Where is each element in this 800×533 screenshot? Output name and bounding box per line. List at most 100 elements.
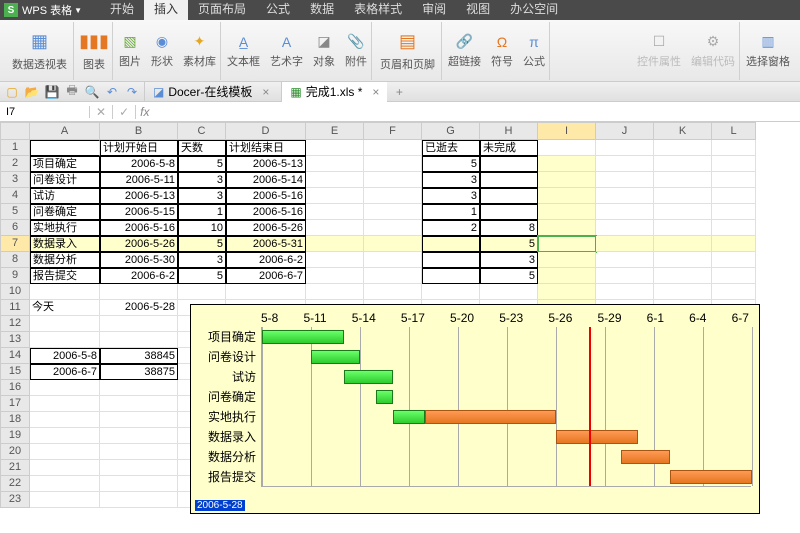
cell[interactable]	[306, 252, 364, 268]
cell[interactable]: 未完成	[480, 140, 538, 156]
cell[interactable]: 5	[480, 236, 538, 252]
col-header[interactable]: K	[654, 122, 712, 140]
row-header[interactable]: 10	[0, 284, 30, 300]
cell[interactable]: 3	[178, 252, 226, 268]
cell[interactable]: 5	[178, 236, 226, 252]
cell[interactable]: 2006-6-2	[100, 268, 178, 284]
cell[interactable]: 2006-5-16	[226, 204, 306, 220]
doctab-file1[interactable]: ▦ 完成1.xls * ×	[281, 82, 387, 102]
col-header[interactable]: D	[226, 122, 306, 140]
cell[interactable]	[538, 188, 596, 204]
btn-ctrlprop[interactable]: ☐控件属性	[633, 22, 685, 80]
gantt-chart[interactable]: 5-85-115-145-175-205-235-265-296-16-46-7…	[190, 304, 760, 514]
cell[interactable]	[712, 252, 756, 268]
cell[interactable]	[596, 172, 654, 188]
cell[interactable]: 已逝去	[422, 140, 480, 156]
cell[interactable]	[30, 444, 100, 460]
cell[interactable]	[100, 284, 178, 300]
btn-attach[interactable]: 📎附件	[341, 22, 372, 80]
cell[interactable]	[30, 412, 100, 428]
cell[interactable]	[100, 460, 178, 476]
cell[interactable]: 天数	[178, 140, 226, 156]
row-header[interactable]: 21	[0, 460, 30, 476]
cell[interactable]	[364, 156, 422, 172]
cell[interactable]	[306, 204, 364, 220]
cell[interactable]	[306, 236, 364, 252]
btn-formula2[interactable]: π公式	[519, 22, 550, 80]
cell[interactable]	[306, 188, 364, 204]
cell[interactable]	[30, 396, 100, 412]
cell[interactable]: 2006-5-31	[226, 236, 306, 252]
btn-object[interactable]: ◪对象	[309, 22, 339, 80]
row-header[interactable]: 2	[0, 156, 30, 172]
row-header[interactable]: 12	[0, 316, 30, 332]
cell[interactable]: 10	[178, 220, 226, 236]
cell[interactable]	[480, 284, 538, 300]
row-header[interactable]: 18	[0, 412, 30, 428]
cell[interactable]: 2006-5-16	[100, 220, 178, 236]
cell[interactable]	[712, 284, 756, 300]
cell[interactable]	[226, 284, 306, 300]
col-header[interactable]: F	[364, 122, 422, 140]
cell[interactable]	[596, 236, 654, 252]
add-tab-icon[interactable]: +	[391, 84, 407, 100]
cell[interactable]: 2	[422, 220, 480, 236]
row-header[interactable]: 7	[0, 236, 30, 252]
cell[interactable]	[654, 220, 712, 236]
cell[interactable]	[596, 204, 654, 220]
btn-selectpane[interactable]: ▥选择窗格	[742, 22, 794, 80]
cell[interactable]: 2006-5-16	[226, 188, 306, 204]
cell[interactable]	[712, 220, 756, 236]
cell[interactable]	[654, 156, 712, 172]
cell[interactable]: 3	[178, 172, 226, 188]
cell[interactable]	[30, 428, 100, 444]
cell[interactable]	[306, 268, 364, 284]
btn-shape[interactable]: ◉形状	[147, 22, 177, 80]
cell[interactable]	[596, 220, 654, 236]
cell[interactable]	[30, 284, 100, 300]
row-header[interactable]: 8	[0, 252, 30, 268]
btn-editcode[interactable]: ⚙编辑代码	[687, 22, 740, 80]
row-header[interactable]: 3	[0, 172, 30, 188]
cell[interactable]	[538, 172, 596, 188]
cell[interactable]: 报告提交	[30, 268, 100, 284]
btn-chart[interactable]: ▮▮▮图表	[76, 22, 113, 80]
cell[interactable]	[654, 204, 712, 220]
cell[interactable]	[712, 172, 756, 188]
redo-icon[interactable]: ↷	[124, 84, 140, 100]
cell[interactable]	[30, 476, 100, 492]
row-header[interactable]: 1	[0, 140, 30, 156]
close-icon[interactable]: ×	[262, 85, 269, 99]
cancel-icon[interactable]: ✕	[90, 105, 113, 119]
cell[interactable]	[30, 316, 100, 332]
btn-symbol[interactable]: Ω符号	[487, 22, 517, 80]
cell[interactable]	[538, 252, 596, 268]
col-header[interactable]: E	[306, 122, 364, 140]
cell[interactable]	[480, 156, 538, 172]
cell[interactable]	[306, 140, 364, 156]
cell[interactable]: 1	[422, 204, 480, 220]
cell[interactable]	[712, 268, 756, 284]
print-icon[interactable]: 🖶	[64, 84, 80, 100]
btn-headerfooter[interactable]: ▤页眉和页脚	[374, 22, 442, 80]
cell[interactable]	[480, 188, 538, 204]
cell[interactable]: 问卷确定	[30, 204, 100, 220]
cell[interactable]	[596, 140, 654, 156]
cell[interactable]	[422, 252, 480, 268]
cell[interactable]	[654, 284, 712, 300]
cell[interactable]	[596, 156, 654, 172]
spreadsheet-grid[interactable]: A B C D E F G H I J K L 1计划开始日天数计划结束日已逝去…	[0, 122, 800, 508]
cell[interactable]	[364, 236, 422, 252]
row-header[interactable]: 23	[0, 492, 30, 508]
cell[interactable]	[30, 492, 100, 508]
cell[interactable]	[480, 172, 538, 188]
cell[interactable]: 3	[178, 188, 226, 204]
cell[interactable]	[364, 268, 422, 284]
btn-pivot[interactable]: ▦数据透视表	[6, 22, 74, 80]
cell[interactable]: 5	[178, 156, 226, 172]
cell[interactable]: 计划开始日	[100, 140, 178, 156]
cell[interactable]: 1	[178, 204, 226, 220]
col-header[interactable]: G	[422, 122, 480, 140]
cell[interactable]	[712, 140, 756, 156]
cell[interactable]	[30, 332, 100, 348]
